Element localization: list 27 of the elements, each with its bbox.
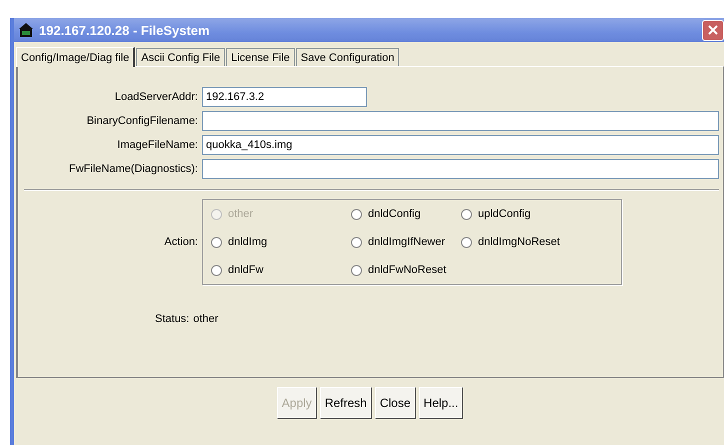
tab[interactable]: Ascii Config File: [136, 48, 226, 66]
radio-option[interactable]: dnldFwNoReset: [351, 264, 461, 276]
text-field[interactable]: 192.167.3.2: [202, 87, 367, 107]
tab[interactable]: Save Configuration: [296, 48, 400, 66]
field-label: BinaryConfigFilename:: [86, 115, 198, 127]
field-label: ImageFileName:: [116, 139, 198, 151]
dialog-button[interactable]: Help...: [418, 387, 464, 419]
dialog-button[interactable]: Close: [374, 387, 416, 419]
radio-option[interactable]: dnldImgIfNewer: [351, 236, 461, 248]
radio-option[interactable]: dnldConfig: [351, 208, 461, 220]
radio-option[interactable]: upldConfig: [461, 208, 611, 220]
dialog-button[interactable]: Refresh: [320, 387, 372, 419]
tab[interactable]: License File: [226, 48, 295, 66]
text-field[interactable]: [202, 111, 719, 131]
field-label: FwFileName(Diagnostics):: [68, 163, 198, 175]
field-label: Action:: [163, 236, 198, 248]
text-field[interactable]: [202, 159, 719, 179]
status-label: Status:: [155, 313, 190, 325]
close-icon[interactable]: [702, 20, 724, 40]
text-field[interactable]: quokka_410s.img: [202, 135, 719, 155]
field-label: LoadServerAddr:: [114, 91, 198, 103]
radio-option[interactable]: dnldFw: [211, 264, 351, 276]
window-title: 192.167.120.28 - FileSystem: [39, 22, 211, 38]
tab[interactable]: Config/Image/Diag file: [16, 47, 136, 67]
radio-option[interactable]: dnldImg: [211, 236, 351, 248]
status-value: other: [193, 313, 218, 325]
radio-option[interactable]: dnldImgNoReset: [461, 236, 611, 248]
